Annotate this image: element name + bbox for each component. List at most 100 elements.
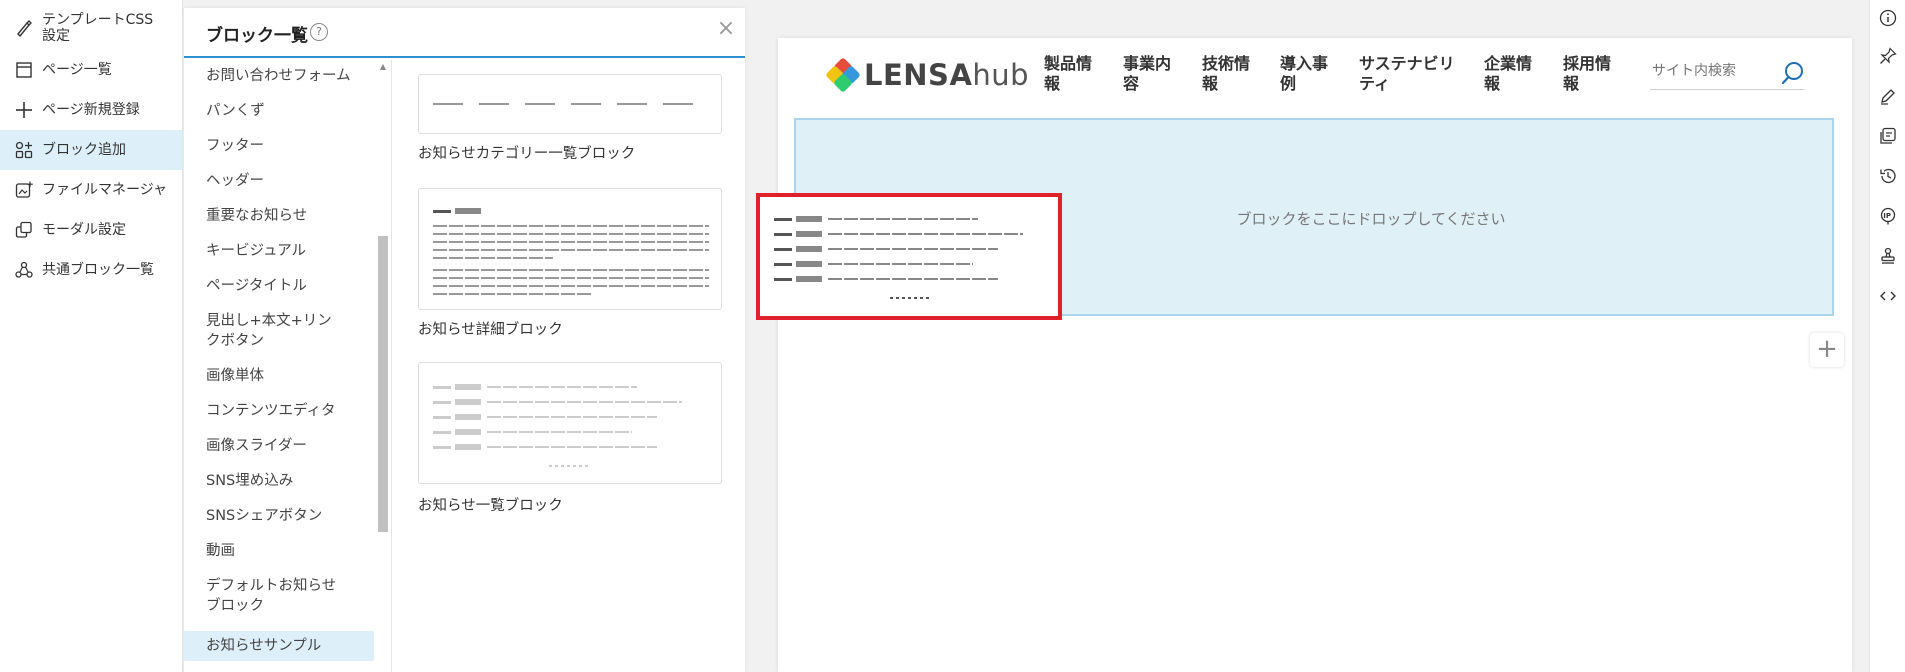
category-item[interactable]: フッター <box>206 136 366 156</box>
thumbnail-preview-line <box>433 241 709 243</box>
sidebar-item-shared-blocks[interactable]: 共通ブロック一覧 <box>0 256 183 284</box>
svg-text:IP: IP <box>1883 212 1891 220</box>
category-item[interactable]: ヘッダー <box>206 171 366 191</box>
dragged-block-preview[interactable] <box>756 193 1062 320</box>
thumbnail-preview-row <box>433 208 487 214</box>
ip-icon[interactable]: IP <box>1876 204 1900 228</box>
site-search-input[interactable] <box>1650 56 1770 86</box>
page-canvas: LENSAhub 製品情報 事業内容 技術情報 導入事例 サステナビリティ 企業… <box>778 38 1852 672</box>
sidebar-item-template-css[interactable]: テンプレートCSS設定 <box>0 10 183 46</box>
sidebar-item-new-page[interactable]: ページ新規登録 <box>0 96 183 124</box>
page-list-icon <box>14 60 34 80</box>
site-logo[interactable]: LENSAhub <box>825 57 1030 93</box>
nav-item-careers[interactable]: 採用情報 <box>1563 54 1615 94</box>
sidebar-item-label: テンプレートCSS設定 <box>42 12 154 44</box>
thumbnail-preview-row <box>774 261 973 267</box>
category-item-active[interactable]: お知らせサンプル <box>184 631 374 661</box>
site-search <box>1650 56 1804 90</box>
help-icon[interactable]: ? <box>310 23 328 41</box>
thumbnail-preview-line <box>433 277 709 279</box>
category-item[interactable]: 重要なお知らせ <box>206 206 366 226</box>
template-thumbnail-detail[interactable] <box>418 188 722 310</box>
panel-header: ブロック一覧 ? × <box>184 8 745 58</box>
thumbnail-preview-line <box>433 285 709 287</box>
thumbnail-preview-row <box>774 246 998 252</box>
pin-icon[interactable] <box>1876 44 1900 68</box>
category-item[interactable]: SNS埋め込み <box>206 471 366 491</box>
shared-blocks-icon <box>14 260 34 280</box>
category-item[interactable]: 見出し+本文+リンクボタン <box>206 311 346 351</box>
thumbnail-preview-line <box>433 257 553 259</box>
add-block-button[interactable]: + <box>1810 333 1844 367</box>
thumbnail-preview-line <box>433 103 709 105</box>
category-item[interactable]: 画像スライダー <box>206 436 366 456</box>
sidebar-item-label: モーダル設定 <box>42 222 126 238</box>
layers-icon[interactable] <box>1876 124 1900 148</box>
info-icon[interactable] <box>1876 6 1900 30</box>
close-button[interactable]: × <box>714 18 738 42</box>
sidebar-item-label: ファイルマネージャ <box>42 182 168 198</box>
thumbnail-preview-line <box>433 269 709 271</box>
sidebar-item-modal-settings[interactable]: モーダル設定 <box>0 216 183 244</box>
category-item[interactable]: パンくず <box>206 101 366 121</box>
nav-item-company[interactable]: 企業情報 <box>1484 54 1536 94</box>
right-tool-rail: IP <box>1869 0 1905 672</box>
sidebar-item-file-manager[interactable]: ファイルマネージャ <box>0 176 183 204</box>
category-item[interactable]: キービジュアル <box>206 241 366 261</box>
thumbnail-preview-line <box>433 249 709 251</box>
template-label: お知らせ一覧ブロック <box>418 498 563 514</box>
history-icon[interactable] <box>1876 164 1900 188</box>
sidebar-item-label: ページ新規登録 <box>42 102 140 118</box>
category-item[interactable]: 画像単体 <box>206 366 366 386</box>
logo-text: LENSAhub <box>864 58 1030 92</box>
panel-title: ブロック一覧 <box>206 26 308 46</box>
app-root: テンプレートCSS設定 ページ一覧 ページ新規登録 ブロック追加 ファイルマネー… <box>0 0 1905 672</box>
pen-icon[interactable] <box>1876 84 1900 108</box>
thumbnail-preview-row <box>433 384 637 390</box>
nav-item-sustainability[interactable]: サステナビリティ <box>1359 54 1459 94</box>
sidebar-item-label: ページ一覧 <box>42 62 112 78</box>
thumbnail-preview-row <box>433 414 657 420</box>
thumbnail-preview-row <box>774 231 1023 237</box>
category-item[interactable]: SNSシェアボタン <box>206 506 366 526</box>
thumbnail-pagination <box>549 465 589 467</box>
category-item[interactable]: コンテンツエディタ <box>206 401 366 421</box>
search-icon[interactable] <box>1780 60 1806 86</box>
scrollbar-thumb[interactable] <box>378 236 388 532</box>
thumbnail-pagination <box>890 297 930 299</box>
logo-mark-icon <box>825 57 861 93</box>
thumbnail-preview-row <box>433 429 632 435</box>
nav-item-technology[interactable]: 技術情報 <box>1202 54 1254 94</box>
file-manager-icon <box>14 180 34 200</box>
nav-item-case-studies[interactable]: 導入事例 <box>1280 54 1332 94</box>
template-list: お知らせカテゴリー一覧ブロック お知らせ詳細ブロック お知らせ一覧ブロック <box>394 60 744 672</box>
stamp-icon[interactable] <box>1876 244 1900 268</box>
block-list-panel: ブロック一覧 ? × お問い合わせフォーム パンくず フッター ヘッダー 重要な… <box>184 8 745 672</box>
thumbnail-preview-row <box>433 399 682 405</box>
thumbnail-preview-row <box>774 216 978 222</box>
site-header: LENSAhub 製品情報 事業内容 技術情報 導入事例 サステナビリティ 企業… <box>778 38 1852 114</box>
category-item[interactable]: お問い合わせフォーム <box>206 66 366 86</box>
thumbnail-preview-row <box>774 276 998 282</box>
sidebar-item-label: ブロック追加 <box>42 142 126 158</box>
sidebar-item-page-list[interactable]: ページ一覧 <box>0 56 183 84</box>
code-icon[interactable] <box>1876 284 1900 308</box>
nav-item-products[interactable]: 製品情報 <box>1044 54 1096 94</box>
left-sidebar: テンプレートCSS設定 ページ一覧 ページ新規登録 ブロック追加 ファイルマネー… <box>0 0 183 672</box>
category-item[interactable]: デフォルトお知らせブロック <box>206 576 346 616</box>
category-item[interactable]: ページタイトル <box>206 276 366 296</box>
modal-icon <box>14 220 34 240</box>
category-item[interactable]: 動画 <box>206 541 366 561</box>
sidebar-item-add-block[interactable]: ブロック追加 <box>0 130 183 170</box>
scroll-up-icon[interactable]: ▲ <box>378 62 388 71</box>
nav-item-business[interactable]: 事業内容 <box>1123 54 1175 94</box>
thumbnail-preview-line <box>433 233 709 235</box>
template-thumbnail-news-list[interactable] <box>418 362 722 484</box>
thumbnail-preview-line <box>433 225 709 227</box>
template-label: お知らせカテゴリー一覧ブロック <box>418 146 636 162</box>
template-thumbnail-category-list[interactable] <box>418 74 722 134</box>
plus-icon <box>14 100 34 120</box>
brush-icon <box>14 18 34 38</box>
sidebar-item-label: 共通ブロック一覧 <box>42 262 154 278</box>
thumbnail-preview-row <box>433 444 657 450</box>
